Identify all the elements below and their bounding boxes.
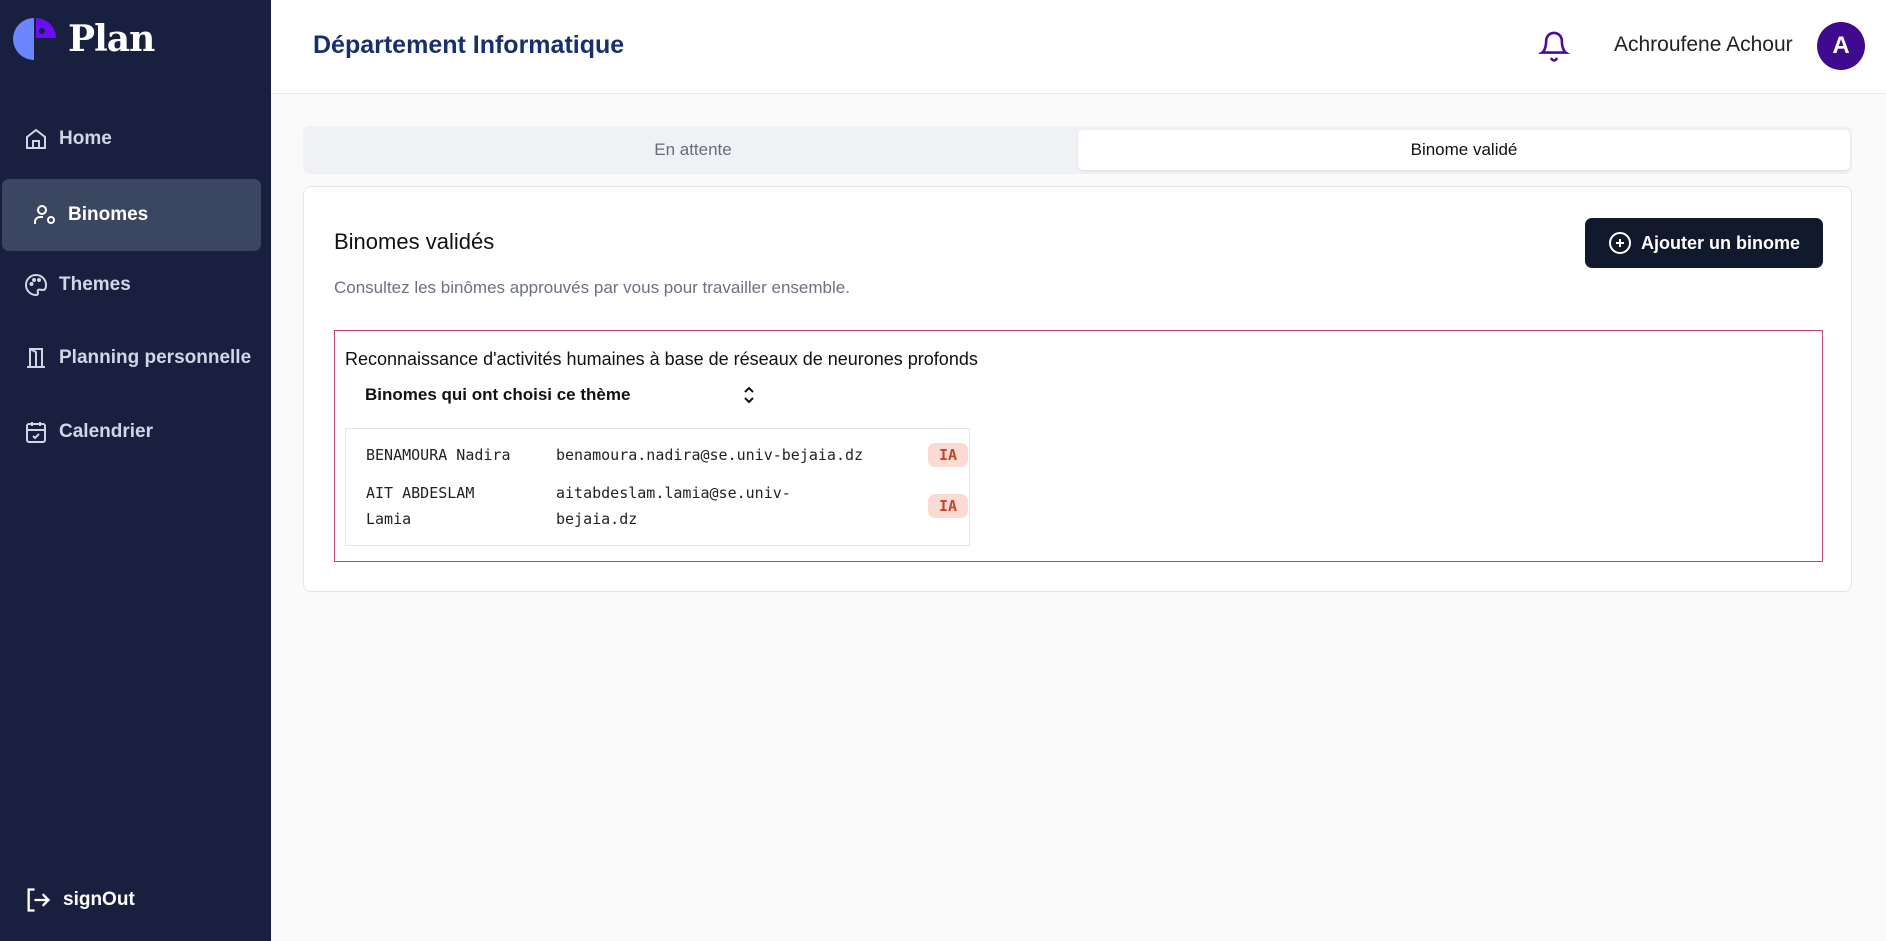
theme-title: Reconnaissance d'activités humaines à ba… — [345, 349, 978, 369]
avatar[interactable]: A — [1817, 22, 1865, 70]
student-name: AIT ABDESLAM Lamia — [366, 484, 475, 528]
binomes-table: BENAMOURA Nadira benamoura.nadira@se.uni… — [345, 428, 970, 546]
student-email: aitabdeslam.lamia@se.univ-bejaia.dz — [556, 484, 791, 528]
logo[interactable]: Plan — [12, 16, 155, 62]
signout-button[interactable]: signOut — [2, 864, 261, 936]
sidebar-item-binomes[interactable]: Binomes — [2, 179, 261, 251]
specialty-badge: IA — [928, 443, 968, 467]
binomes-select[interactable]: Binomes qui ont choisi ce thème — [365, 385, 765, 405]
chevrons-up-down-icon — [744, 386, 754, 404]
palette-icon — [25, 273, 48, 297]
sidebar-item-label: Planning personnelle — [59, 347, 252, 368]
theme-block: Reconnaissance d'activités humaines à ba… — [334, 330, 1823, 562]
user-name[interactable]: Achroufene Achour — [1614, 33, 1793, 57]
plus-circle-icon — [1609, 232, 1631, 254]
add-binome-label: Ajouter un binome — [1641, 232, 1800, 253]
tab-binome-valide[interactable]: Binome validé — [1078, 130, 1850, 170]
sidebar-item-label: Home — [59, 128, 112, 149]
tab-en-attente[interactable]: En attente — [307, 130, 1079, 170]
student-name: BENAMOURA Nadira — [366, 446, 511, 464]
header: Département Informatique Achroufene Acho… — [271, 0, 1886, 94]
logout-icon — [27, 888, 51, 912]
sidebar-item-label: Calendrier — [59, 421, 153, 442]
signout-label: signOut — [63, 889, 135, 910]
select-label: Binomes qui ont choisi ce thème — [365, 385, 631, 404]
page-title: Département Informatique — [313, 31, 625, 59]
sidebar-item-label: Themes — [59, 274, 131, 295]
student-email: benamoura.nadira@se.univ-bejaia.dz — [556, 446, 864, 464]
card-title: Binomes validés — [334, 229, 495, 254]
home-icon — [26, 128, 46, 149]
sidebar-item-planning[interactable]: Planning personnelle — [2, 322, 261, 394]
binomes-card: Binomes validés Consultez les binômes ap… — [303, 186, 1852, 592]
sidebar: Plan Home Binomes Themes Planning person… — [0, 0, 271, 941]
app-name: Plan — [68, 18, 155, 60]
sidebar-item-home[interactable]: Home — [2, 103, 261, 175]
calendar-check-icon — [26, 422, 46, 443]
logo-icon — [13, 18, 56, 60]
door-icon — [27, 348, 45, 368]
tab-bar: En attente Binome validé — [303, 126, 1852, 174]
add-binome-button[interactable]: Ajouter un binome — [1585, 218, 1823, 268]
specialty-badge: IA — [928, 494, 968, 518]
card-subtitle: Consultez les binômes approuvés par vous… — [334, 278, 850, 297]
sidebar-item-label: Binomes — [68, 204, 149, 225]
sidebar-item-calendrier[interactable]: Calendrier — [2, 396, 261, 468]
sidebar-item-themes[interactable]: Themes — [2, 249, 261, 321]
user-cog-icon — [34, 205, 55, 224]
bell-icon[interactable] — [1538, 29, 1570, 63]
